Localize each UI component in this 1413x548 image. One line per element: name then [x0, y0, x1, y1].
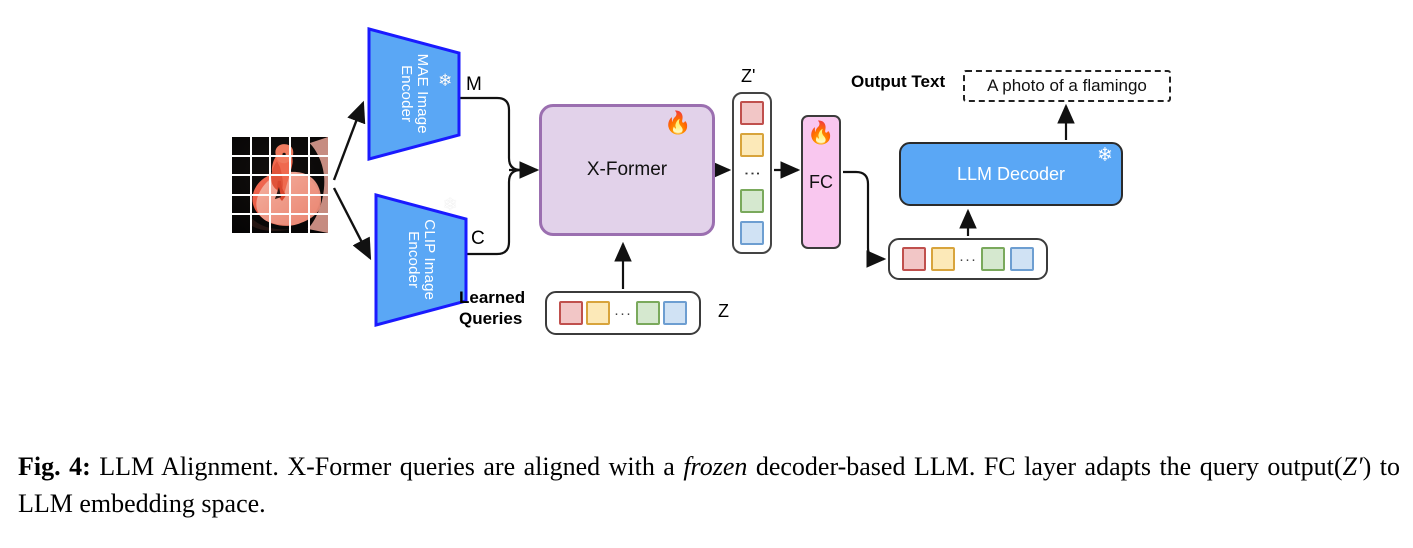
snowflake-icon: ❄ [443, 195, 458, 214]
output-text-box: A photo of a flamingo [963, 70, 1171, 102]
token-red [558, 301, 583, 325]
image-patch [271, 137, 289, 155]
image-patch [290, 156, 309, 175]
zprime-label: Z' [741, 66, 756, 86]
caption-math-z: Z [1342, 452, 1357, 481]
image-patch [290, 195, 309, 214]
image-patch [271, 156, 289, 175]
snowflake-icon: ❄ [1097, 145, 1113, 166]
llm-embedding-row: ··· [888, 238, 1048, 280]
token-green [981, 247, 1006, 271]
xformer-label: X-Former [586, 159, 668, 180]
caption-text-1: LLM Alignment. X-Former queries are alig… [90, 452, 684, 481]
z-label: Z [718, 301, 729, 321]
image-patch [310, 137, 328, 155]
token-green [740, 189, 764, 214]
vertical-ellipsis: ⋮ [743, 164, 762, 182]
output-text-label: Output Text [851, 72, 946, 91]
clip-output-label: C [471, 228, 485, 249]
caption-text-2: decoder-based LLM. FC layer adapts the q… [747, 452, 1343, 481]
arrow-image-to-clip [332, 187, 372, 261]
token-yellow [586, 301, 611, 325]
mae-image-encoder[interactable]: MAE Image Encoder [366, 26, 462, 162]
token-blue [663, 301, 688, 325]
input-image-patch-grid [232, 137, 328, 233]
image-patch [232, 195, 250, 214]
learned-queries-box: ··· [545, 291, 701, 335]
image-patch [290, 176, 309, 194]
output-text-value: A photo of a flamingo [987, 76, 1147, 95]
image-patch [232, 176, 250, 194]
token-blue [740, 221, 764, 245]
image-patch [290, 215, 309, 233]
flame-icon: 🔥 [664, 110, 692, 135]
horizontal-ellipsis: ··· [958, 250, 977, 268]
image-patch [310, 215, 328, 233]
image-patch [251, 195, 270, 214]
fc-label: FC [809, 171, 833, 192]
figure-caption: Fig. 4: LLM Alignment. X-Former queries … [18, 448, 1400, 523]
figure-llm-alignment: MAE Image Encoder ❄ CLIP Image Encoder ❄ M… [0, 0, 1413, 440]
connector-fc-to-embeddings [843, 170, 887, 268]
image-patch [290, 137, 309, 155]
flame-icon: 🔥 [807, 120, 835, 145]
image-patch [232, 156, 250, 175]
arrow-image-to-mae [332, 100, 366, 181]
image-patch [251, 137, 270, 155]
image-patch [271, 215, 289, 233]
image-patch [310, 176, 328, 194]
image-patch [271, 176, 289, 194]
image-patch [251, 215, 270, 233]
zprime-token-column: ⋮ [732, 92, 772, 254]
llm-decoder-block[interactable]: LLM Decoder [899, 142, 1123, 206]
image-patch [232, 215, 250, 233]
token-red [902, 247, 927, 271]
mae-output-label: M [466, 74, 482, 95]
connector-mae-to-xformer [456, 96, 532, 172]
image-patch [310, 156, 328, 175]
horizontal-ellipsis: ··· [613, 304, 632, 322]
image-patch [310, 195, 328, 214]
snowflake-icon: ❄ [438, 71, 453, 90]
image-patch [251, 176, 270, 194]
token-green [635, 301, 660, 325]
token-red [740, 101, 764, 125]
token-blue [1009, 247, 1034, 271]
llm-decoder-label: LLM Decoder [956, 163, 1066, 184]
image-patch [271, 195, 289, 214]
learned-queries-label: Learned Queries [459, 288, 526, 328]
token-yellow [930, 247, 955, 271]
image-patch [251, 156, 270, 175]
caption-number: Fig. 4: [18, 452, 91, 481]
image-patch [232, 137, 250, 155]
caption-italic-frozen: frozen [683, 452, 748, 481]
mae-encoder-shape [367, 27, 461, 161]
token-yellow [740, 132, 764, 157]
